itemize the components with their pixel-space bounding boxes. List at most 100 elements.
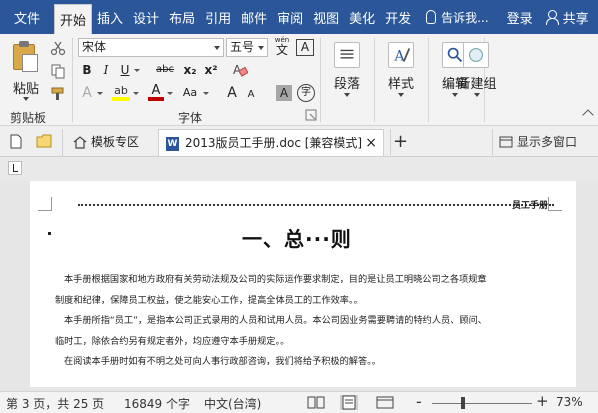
- subscript-button[interactable]: x₂: [182, 61, 198, 79]
- menu-bar: 文件 开始 插入 设计 布局 引用 邮件 审阅 视图 美化 开发 告诉我... …: [0, 0, 598, 34]
- paragraph-line: 本手册所指“员工”，是指本公司正式录用的人员和试用人员。本公司因业务需要聘请的特…: [64, 315, 487, 326]
- font-size-value: 五号: [230, 40, 255, 54]
- dialog-launcher-icon[interactable]: [305, 109, 317, 121]
- styles-icon: A: [388, 42, 414, 68]
- print-layout-icon[interactable]: [340, 395, 358, 410]
- font-size-select[interactable]: 五号: [226, 38, 268, 57]
- new-document-icon[interactable]: [10, 134, 22, 149]
- language-indicator[interactable]: 中文(台湾): [204, 395, 261, 412]
- zoom-slider-thumb[interactable]: [461, 397, 465, 409]
- font-family-value: 宋体: [82, 40, 107, 54]
- ribbon: 粘贴 剪贴板 宋体 五号 wén 文 A B I U abc x₂ x² A A: [0, 34, 598, 126]
- tab-mailings[interactable]: 邮件: [236, 0, 272, 34]
- italic-button[interactable]: I: [99, 61, 113, 79]
- styles-label: 样式: [387, 77, 414, 92]
- strikethrough-button[interactable]: abc: [153, 61, 177, 79]
- tab-review[interactable]: 审阅: [272, 0, 308, 34]
- paste-button[interactable]: 粘贴: [8, 40, 44, 108]
- template-zone-tab[interactable]: 模板专区: [62, 129, 158, 156]
- paragraph-dropdown-icon: [344, 93, 350, 97]
- phonetic-char: 文: [275, 43, 288, 57]
- copy-icon[interactable]: [50, 63, 66, 79]
- change-case-button[interactable]: Aa: [180, 84, 200, 102]
- read-mode-icon[interactable]: [307, 395, 325, 410]
- new-group-dropdown-icon[interactable]: [474, 93, 480, 97]
- zoom-slider[interactable]: [432, 403, 532, 404]
- collapse-ribbon-icon[interactable]: [582, 109, 594, 121]
- bold-button[interactable]: B: [80, 61, 94, 79]
- tell-me-box[interactable]: 告诉我...: [420, 0, 494, 34]
- tab-layout[interactable]: 布局: [164, 0, 200, 34]
- template-zone-label: 模板专区: [91, 135, 140, 149]
- word-doc-icon: W: [166, 137, 179, 151]
- tab-insert[interactable]: 插入: [92, 0, 128, 34]
- clear-formatting-icon[interactable]: A: [232, 62, 248, 78]
- font-family-select[interactable]: 宋体: [78, 38, 224, 57]
- font-color-dropdown-icon[interactable]: [167, 92, 173, 95]
- home-icon: [73, 136, 87, 149]
- close-tab-icon[interactable]: ×: [365, 130, 377, 157]
- superscript-button[interactable]: x²: [203, 61, 219, 79]
- document-tab-title: 2013版员工手册.doc [兼容模式]: [185, 136, 363, 150]
- paragraph-button[interactable]: 段落: [322, 40, 372, 102]
- group-separator: [320, 38, 321, 122]
- underline-dropdown-icon[interactable]: [134, 69, 140, 72]
- login-button[interactable]: 登录: [499, 0, 541, 34]
- paragraph-line: 在阅读本手册时如有不明之处可向人事行政部咨询，我们将给予积极的解答。。: [64, 356, 381, 367]
- paste-paper: [22, 54, 38, 72]
- font-color-glyph: A: [151, 83, 161, 98]
- zoom-in-button[interactable]: +: [536, 392, 549, 410]
- share-button[interactable]: 共享: [541, 0, 593, 34]
- tab-references[interactable]: 引用: [200, 0, 236, 34]
- tab-developer[interactable]: 开发: [380, 0, 416, 34]
- paragraph-label: 段落: [333, 77, 360, 92]
- bullet-marker: [48, 232, 51, 235]
- character-shading-button[interactable]: A: [276, 85, 292, 101]
- add-tab-button[interactable]: +: [390, 129, 410, 155]
- ruler-area: [0, 157, 598, 181]
- clipboard-clip: [19, 41, 29, 47]
- tab-design[interactable]: 设计: [128, 0, 164, 34]
- multi-window-button[interactable]: 显示多窗口: [492, 129, 577, 155]
- tab-view[interactable]: 视图: [308, 0, 344, 34]
- tell-me-text: 告诉我...: [441, 10, 489, 25]
- phonetic-guide-button[interactable]: wén 文: [272, 36, 292, 58]
- chevron-down-icon: [214, 46, 220, 50]
- text-effects-button[interactable]: A: [80, 84, 94, 102]
- font-group-label: 字体: [178, 111, 203, 125]
- web-layout-icon[interactable]: [376, 395, 394, 410]
- file-tab[interactable]: 文件: [0, 0, 54, 34]
- enclose-characters-button[interactable]: 字: [297, 84, 315, 102]
- styles-dropdown-icon: [398, 93, 404, 97]
- highlight-button[interactable]: ab: [112, 84, 130, 102]
- zoom-out-button[interactable]: -: [416, 392, 422, 411]
- multi-window-label: 显示多窗口: [517, 135, 578, 149]
- tab-home[interactable]: 开始: [54, 4, 93, 34]
- grow-font-button[interactable]: A: [224, 84, 240, 102]
- highlight-dropdown-icon[interactable]: [133, 92, 139, 95]
- tab-beautify[interactable]: 美化: [344, 0, 380, 34]
- tab-stop-selector[interactable]: [8, 161, 22, 175]
- document-heading: 一、总···则: [242, 227, 352, 251]
- paste-dropdown-icon[interactable]: [23, 97, 29, 101]
- font-color-button[interactable]: A: [148, 84, 164, 102]
- document-page[interactable]: 员工手册 一、总···则 本手册根据国家和地方政府有关劳动法规及公司的实际运作要…: [30, 181, 576, 387]
- shrink-font-button[interactable]: A: [244, 86, 258, 104]
- character-border-button[interactable]: A: [296, 39, 314, 56]
- person-icon: [545, 10, 559, 25]
- page-count[interactable]: 第 3 页，共 25 页: [6, 395, 104, 412]
- cut-icon[interactable]: [50, 40, 66, 56]
- tab-document[interactable]: W 2013版员工手册.doc [兼容模式] ×: [158, 129, 384, 156]
- text-effects-dropdown-icon[interactable]: [97, 92, 103, 95]
- folder-icon[interactable]: [36, 134, 52, 148]
- underline-button[interactable]: U: [118, 61, 132, 79]
- word-count[interactable]: 16849 个字: [124, 395, 190, 412]
- share-label: 共享: [562, 11, 589, 27]
- format-painter-icon[interactable]: [50, 86, 66, 102]
- highlight-swatch: [112, 97, 130, 101]
- styles-button[interactable]: A 样式: [376, 40, 426, 102]
- status-bar: 第 3 页，共 25 页 16849 个字 中文(台湾) - + 73%: [0, 391, 598, 413]
- change-case-dropdown-icon[interactable]: [203, 92, 209, 95]
- zoom-level[interactable]: 73%: [556, 395, 583, 409]
- new-group-icon: [463, 42, 489, 68]
